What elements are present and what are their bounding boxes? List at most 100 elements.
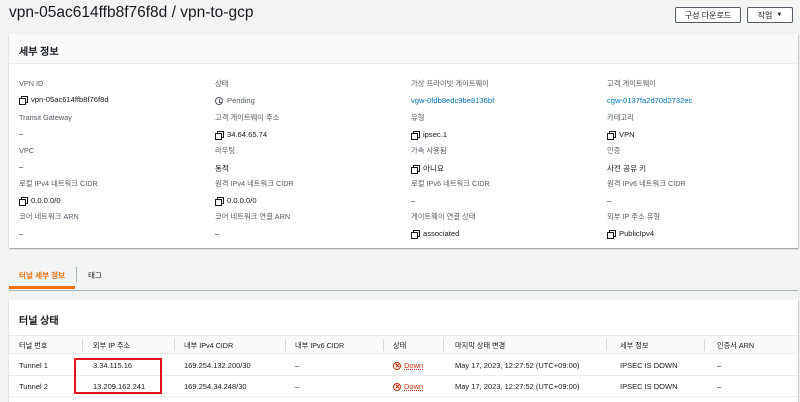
field-cgw-address: 고객 게이트웨이 주소 34.64.65.74 <box>215 113 405 140</box>
field-remote-ipv6: 원격 IPv6 네트워크 CIDR – <box>607 179 797 205</box>
field-label: 로컬 IPv6 네트워크 CIDR <box>411 179 490 188</box>
inside-ipv6: – <box>295 382 300 391</box>
column-divider <box>285 339 286 351</box>
col-details[interactable]: 세부 정보 <box>620 341 648 351</box>
field-label: 로컬 IPv4 네트워크 CIDR <box>19 179 98 188</box>
field-auth: 인증 사전 공유 키 <box>607 146 797 174</box>
copy-icon[interactable] <box>215 130 224 140</box>
field-cgw: 고객 게이트웨이 cgw-0137fa2d70d2732ec <box>607 79 797 105</box>
col-last-change[interactable]: 마지막 상태 변경 <box>455 341 505 351</box>
table-header: 터널 번호 외부 IP 주소 내부 IPv4 CIDR 내부 IPv6 CIDR… <box>9 335 798 354</box>
state-value: Pending <box>227 96 255 105</box>
tab-bar: 터널 세부 정보 태그 <box>9 262 798 291</box>
local-ipv4-value: 0.0.0.0/0 <box>31 196 61 205</box>
tab-divider <box>76 267 77 282</box>
col-status[interactable]: 상태 <box>393 341 406 351</box>
download-config-button[interactable]: 구성 다운로드 <box>675 7 741 23</box>
pending-icon <box>215 96 223 105</box>
field-label: 가상 프라이빗 게이트웨이 <box>411 79 489 88</box>
field-label: 외부 IP 주소 유형 <box>607 212 661 221</box>
field-label: 코어 네트워크 ARN <box>19 212 79 221</box>
copy-icon[interactable] <box>411 164 420 174</box>
cgw-link[interactable]: cgw-0137fa2d70d2732ec <box>607 96 797 105</box>
tunnel-details: IPSEC IS DOWN <box>620 361 678 370</box>
acceleration-value: 아니요 <box>423 164 444 173</box>
field-label: 게이트웨이 연결 상태 <box>411 212 476 221</box>
col-cert-arn[interactable]: 인증서 ARN <box>717 341 754 351</box>
cert-arn: – <box>717 361 722 370</box>
inside-ipv6: – <box>295 361 300 370</box>
copy-icon[interactable] <box>215 196 224 206</box>
status-label: Down <box>404 382 424 391</box>
tab-tags[interactable]: 태그 <box>88 270 102 281</box>
cert-arn: – <box>717 382 722 391</box>
actions-dropdown-button[interactable]: 작업 ▼ <box>747 7 793 23</box>
field-state: 상태 Pending <box>215 79 405 105</box>
last-change: May 17, 2023, 12:27:52 (UTC+09:00) <box>455 361 580 370</box>
field-category: 카테고리 VPN <box>607 113 797 140</box>
status-down[interactable]: Down <box>393 382 423 391</box>
remote-ipv4-value: 0.0.0.0/0 <box>227 196 257 205</box>
copy-icon[interactable] <box>607 229 616 239</box>
field-label: VPC <box>19 146 35 155</box>
tunnel-status-title: 터널 상태 <box>19 316 59 327</box>
copy-icon[interactable] <box>19 196 28 206</box>
local-ipv6-value: – <box>411 196 416 205</box>
core-arn-value: – <box>19 229 24 238</box>
status-down[interactable]: Down <box>393 361 423 370</box>
tab-tunnel-details[interactable]: 터널 세부 정보 <box>19 270 65 281</box>
details-panel: 세부 정보 VPN ID vpn-05ac614ffb8f76f8d 상태 Pe… <box>9 34 798 248</box>
field-local-ipv6: 로컬 IPv6 네트워크 CIDR – <box>411 179 601 205</box>
vpn-id-value: vpn-05ac614ffb8f76f8d <box>31 95 109 104</box>
field-label: Transit Gateway <box>19 113 72 122</box>
page-title: vpn-05ac614ffb8f76f8d / vpn-to-gcp <box>9 4 254 21</box>
column-divider <box>704 339 705 351</box>
field-label: 코어 네트워크 연결 ARN <box>215 212 291 221</box>
field-label: 라우팅 <box>215 146 236 155</box>
core-attach-arn-value: – <box>215 229 220 238</box>
inside-ipv4: 169.254.34.248/30 <box>184 382 247 391</box>
vgw-link[interactable]: vgw-0fdb8edc9be8136bf <box>411 96 601 105</box>
field-routing: 라우팅 동적 <box>215 146 405 174</box>
column-divider <box>443 339 444 351</box>
caret-down-icon: ▼ <box>776 12 783 18</box>
column-divider <box>82 339 83 351</box>
column-divider <box>383 339 384 351</box>
field-core-attach-arn: 코어 네트워크 연결 ARN – <box>215 212 405 238</box>
field-transit-gateway: Transit Gateway – <box>19 113 209 138</box>
download-config-label: 구성 다운로드 <box>684 10 732 20</box>
type-value: ipsec.1 <box>423 130 448 139</box>
field-vgw: 가상 프라이빗 게이트웨이 vgw-0fdb8edc9be8136bf <box>411 79 601 105</box>
routing-value: 동적 <box>215 164 229 173</box>
field-label: 인증 <box>607 146 621 155</box>
col-inside-ipv6[interactable]: 내부 IPv6 CIDR <box>295 341 344 351</box>
field-acceleration: 가속 사용됨 아니요 <box>411 146 601 174</box>
copy-icon[interactable] <box>19 95 28 105</box>
field-type: 유형 ipsec.1 <box>411 113 601 140</box>
field-label: 고객 게이트웨이 주소 <box>215 113 280 122</box>
column-divider <box>606 339 607 351</box>
field-label: 원격 IPv4 네트워크 CIDR <box>215 179 294 188</box>
col-inside-ipv4[interactable]: 내부 IPv4 CIDR <box>184 341 233 351</box>
copy-icon[interactable] <box>411 229 420 239</box>
tgw-value: – <box>19 129 24 138</box>
remote-ipv6-value: – <box>607 196 612 205</box>
field-label: VPN ID <box>19 79 44 88</box>
field-vpn-id: VPN ID vpn-05ac614ffb8f76f8d <box>19 79 209 105</box>
actions-label: 작업 <box>757 10 773 20</box>
inside-ipv4: 169.254.132.200/30 <box>184 361 251 370</box>
copy-icon[interactable] <box>411 130 420 140</box>
col-outside-ip[interactable]: 외부 IP 주소 <box>93 341 130 351</box>
error-icon <box>393 382 401 391</box>
field-local-ipv4: 로컬 IPv4 네트워크 CIDR 0.0.0.0/0 <box>19 179 209 206</box>
gw-attach-state-value: associated <box>423 229 460 238</box>
copy-icon[interactable] <box>607 130 616 140</box>
vpc-value: – <box>19 162 24 171</box>
cgw-address-value: 34.64.65.74 <box>227 130 268 139</box>
tunnel-name: Tunnel 2 <box>19 382 48 391</box>
field-gw-attach-state: 게이트웨이 연결 상태 associated <box>411 212 601 239</box>
field-label: 가속 사용됨 <box>411 146 447 155</box>
page-header: vpn-05ac614ffb8f76f8d / vpn-to-gcp 구성 다운… <box>0 0 800 30</box>
field-label: 유형 <box>411 113 425 122</box>
col-tunnel-number[interactable]: 터널 번호 <box>19 341 47 351</box>
